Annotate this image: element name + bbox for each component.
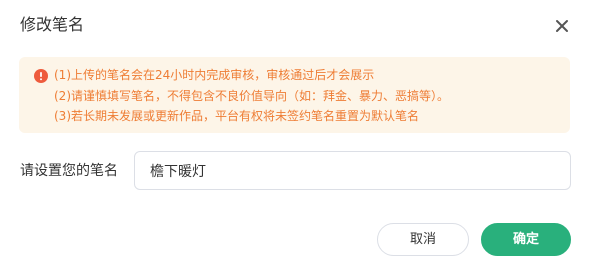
notice-box: (1)上传的笔名会在24小时内完成审核，审核通过后才会展示 (2)请谨慎填写笔名… <box>19 57 570 133</box>
close-icon[interactable] <box>552 16 572 36</box>
cancel-button[interactable]: 取消 <box>377 223 469 256</box>
confirm-button[interactable]: 确定 <box>481 223 571 256</box>
notice-line-1: (1)上传的笔名会在24小时内完成审核，审核通过后才会展示 <box>54 68 375 82</box>
pen-name-input[interactable] <box>134 151 571 190</box>
pen-name-label: 请设置您的笔名 <box>20 163 118 179</box>
dialog-title: 修改笔名 <box>20 15 85 34</box>
warning-circle-icon <box>34 68 48 83</box>
notice-line-3: (3)若长期未发展或更新作品，平台有权将未签约笔名重置为默认笔名 <box>54 109 420 123</box>
rename-dialog: 修改笔名 (1)上传的笔名会在24小时内完成审核，审核通过后才会展示 (2)请谨… <box>0 0 589 273</box>
notice-line-2: (2)请谨慎填写笔名，不得包含不良价值导向（如：拜金、暴力、恶搞等）。 <box>54 89 450 103</box>
